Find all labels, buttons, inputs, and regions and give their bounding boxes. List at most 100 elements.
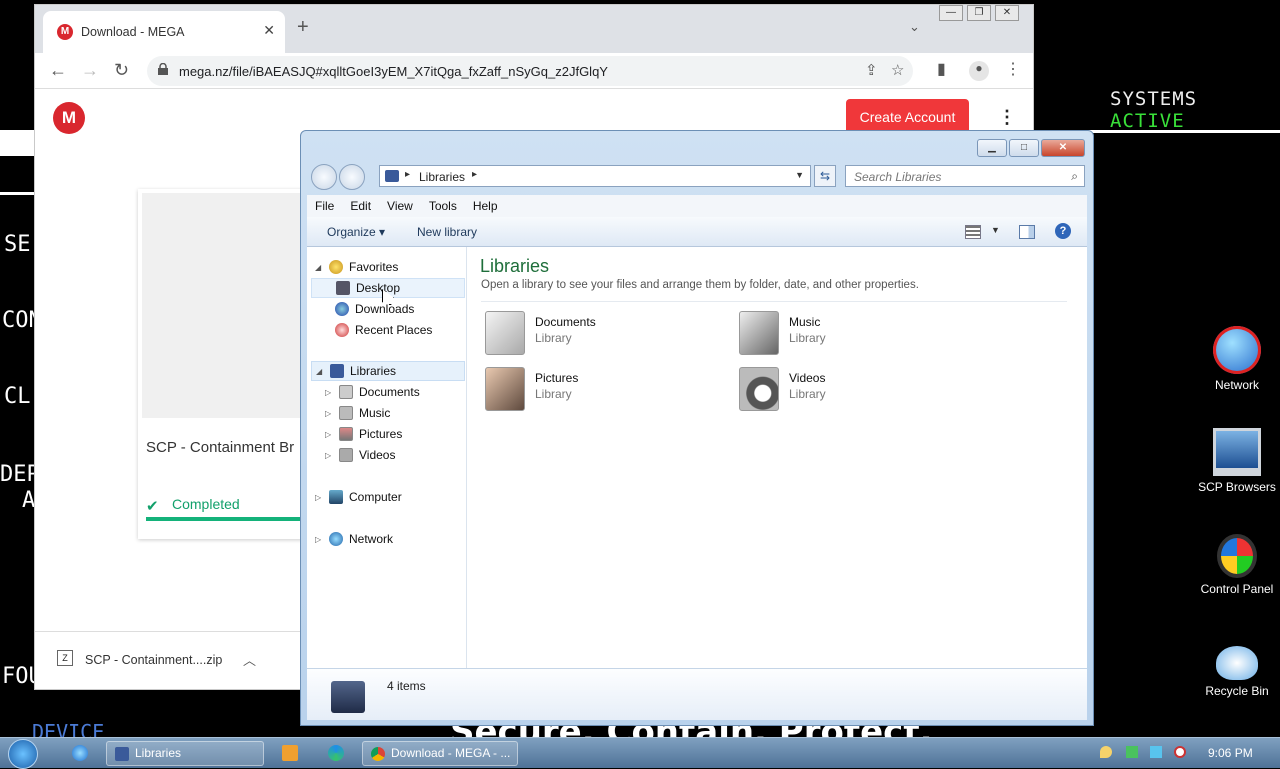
preview-pane-icon[interactable] bbox=[1019, 225, 1035, 239]
navigation-pane: ◢ Favorites Desktop Downloads Recent Plac… bbox=[307, 247, 467, 668]
minimize-button[interactable]: ▁ bbox=[977, 139, 1007, 157]
address-dropdown-icon[interactable]: ▼ bbox=[795, 170, 804, 180]
mega-logo-icon[interactable]: M bbox=[53, 102, 85, 134]
taskbar-item-chrome[interactable]: Download - MEGA - ... bbox=[362, 741, 518, 766]
tray-network-icon[interactable] bbox=[1126, 746, 1138, 758]
library-music[interactable]: Music Library bbox=[739, 311, 979, 359]
download-item[interactable]: SCP - Containment....zip bbox=[85, 653, 222, 667]
desktop-icon-recycle-bin[interactable]: Recycle Bin bbox=[1192, 646, 1280, 698]
breadcrumb-libraries[interactable]: Libraries bbox=[419, 170, 465, 184]
nav-computer[interactable]: ▷ Computer bbox=[315, 487, 402, 507]
network-globe-icon bbox=[1213, 326, 1261, 374]
tab-search-chevron-icon[interactable]: ⌄ bbox=[909, 19, 920, 35]
item-count: 4 items bbox=[387, 679, 426, 693]
new-tab-icon[interactable]: + bbox=[297, 16, 309, 39]
library-documents[interactable]: Documents Library bbox=[485, 311, 725, 359]
search-input[interactable]: Search Libraries ⌕ bbox=[845, 165, 1085, 187]
libraries-icon bbox=[115, 747, 129, 761]
nav-documents[interactable]: ▷ Documents bbox=[325, 382, 420, 402]
maximize-button[interactable]: ❐ bbox=[967, 5, 991, 21]
search-placeholder: Search Libraries bbox=[854, 170, 942, 184]
explorer-address-bar[interactable]: ▸ Libraries ▸ ▼ bbox=[379, 165, 811, 187]
library-type: Library bbox=[789, 387, 826, 401]
background-stripe bbox=[0, 130, 34, 156]
start-button[interactable] bbox=[8, 739, 38, 769]
edge-icon[interactable] bbox=[328, 745, 344, 761]
nav-libraries[interactable]: ◢ Libraries bbox=[311, 361, 465, 381]
music-library-icon bbox=[739, 311, 779, 355]
nav-pictures[interactable]: ▷ Pictures bbox=[325, 424, 402, 444]
taskbar-clock[interactable]: 9:06 PM bbox=[1208, 746, 1253, 760]
taskbar-item-libraries[interactable]: Libraries bbox=[106, 741, 264, 766]
maximize-button[interactable]: □ bbox=[1009, 139, 1039, 157]
file-preview bbox=[142, 193, 318, 418]
share-icon[interactable]: ⇪ bbox=[865, 61, 878, 79]
nav-network[interactable]: ▷ Network bbox=[315, 529, 393, 549]
nav-downloads[interactable]: Downloads bbox=[335, 299, 414, 319]
close-button[interactable]: ✕ bbox=[1041, 139, 1085, 157]
details-pane: 4 items bbox=[307, 668, 1087, 720]
libraries-icon bbox=[330, 364, 344, 378]
browser-toolbar: ← → ↻ mega.nz/file/iBAEASJQ#xqlltGoeI3yE… bbox=[35, 53, 1033, 89]
forward-arrow-icon[interactable]: → bbox=[81, 60, 99, 81]
nav-recent-places[interactable]: Recent Places bbox=[335, 320, 432, 340]
help-icon[interactable]: ? bbox=[1055, 223, 1071, 239]
nav-favorites[interactable]: ◢ Favorites bbox=[315, 257, 398, 277]
menu-edit[interactable]: Edit bbox=[342, 199, 379, 213]
minimize-button[interactable]: — bbox=[939, 5, 963, 21]
media-player-icon[interactable] bbox=[282, 745, 298, 761]
library-videos[interactable]: Videos Library bbox=[739, 367, 979, 415]
menu-bar: File Edit View Tools Help bbox=[307, 195, 1087, 217]
bookmark-star-icon[interactable]: ☆ bbox=[891, 61, 904, 79]
videos-icon bbox=[339, 448, 353, 462]
breadcrumb-arrow-icon[interactable]: ▸ bbox=[472, 169, 477, 180]
tab-strip: M Download - MEGA ✕ + ⌄ — ❐ ✕ bbox=[35, 5, 1033, 53]
chevron-up-icon[interactable]: ︿ bbox=[243, 650, 256, 669]
organize-button[interactable]: Organize ▾ bbox=[327, 225, 385, 239]
menu-help[interactable]: Help bbox=[465, 199, 506, 213]
taskbar-item-label: Libraries bbox=[135, 746, 182, 760]
tray-volume-icon[interactable] bbox=[1174, 746, 1186, 758]
refresh-icon[interactable]: ⇆ bbox=[814, 165, 836, 187]
close-tab-icon[interactable]: ✕ bbox=[263, 22, 275, 39]
close-button[interactable]: ✕ bbox=[995, 5, 1019, 21]
nav-music[interactable]: ▷ Music bbox=[325, 403, 390, 423]
desktop-icon-control-panel[interactable]: Control Panel bbox=[1192, 534, 1280, 596]
taskbar-item-label: Download - MEGA - ... bbox=[391, 746, 511, 760]
page-menu-icon[interactable]: ⋮ bbox=[998, 107, 1016, 128]
back-button[interactable] bbox=[311, 164, 337, 190]
library-type: Library bbox=[789, 331, 826, 345]
tray-display-icon[interactable] bbox=[1150, 746, 1162, 758]
nav-videos[interactable]: ▷ Videos bbox=[325, 445, 395, 465]
desktop-icon-label: Network bbox=[1214, 378, 1259, 392]
collapse-icon: ◢ bbox=[316, 366, 323, 376]
library-name: Documents bbox=[535, 315, 596, 329]
tab-mega-download[interactable]: M Download - MEGA ✕ bbox=[43, 11, 285, 53]
side-panel-icon[interactable]: ▮ bbox=[937, 59, 946, 79]
search-icon: ⌕ bbox=[1071, 169, 1078, 183]
change-view-icon[interactable] bbox=[965, 225, 981, 239]
internet-explorer-icon[interactable] bbox=[72, 745, 88, 761]
expand-icon: ▷ bbox=[315, 534, 322, 544]
menu-tools[interactable]: Tools bbox=[421, 199, 465, 213]
browser-menu-icon[interactable]: ⋮ bbox=[1005, 59, 1021, 79]
menu-view[interactable]: View bbox=[379, 199, 421, 213]
desktop-icon-scp-browsers[interactable]: SCP Browsers bbox=[1192, 428, 1280, 494]
address-bar[interactable]: mega.nz/file/iBAEASJQ#xqlltGoeI3yEM_X7it… bbox=[147, 56, 913, 86]
profile-avatar-icon[interactable]: ● bbox=[969, 61, 989, 81]
file-card: SCP - Containment Br ✔ Completed bbox=[138, 189, 318, 539]
music-icon bbox=[339, 406, 353, 420]
star-icon bbox=[329, 260, 343, 274]
menu-file[interactable]: File bbox=[307, 199, 342, 213]
view-dropdown-icon[interactable]: ▼ bbox=[991, 225, 1000, 235]
pictures-icon bbox=[339, 427, 353, 441]
zip-file-icon: Z bbox=[57, 650, 73, 666]
collapse-icon: ◢ bbox=[315, 262, 322, 272]
tray-drop-icon[interactable] bbox=[1100, 746, 1112, 758]
forward-button[interactable] bbox=[339, 164, 365, 190]
library-pictures[interactable]: Pictures Library bbox=[485, 367, 725, 415]
new-library-button[interactable]: New library bbox=[417, 225, 477, 239]
desktop-icon-network[interactable]: Network bbox=[1192, 326, 1280, 392]
reload-icon[interactable]: ↻ bbox=[114, 60, 129, 81]
back-arrow-icon[interactable]: ← bbox=[49, 60, 67, 81]
